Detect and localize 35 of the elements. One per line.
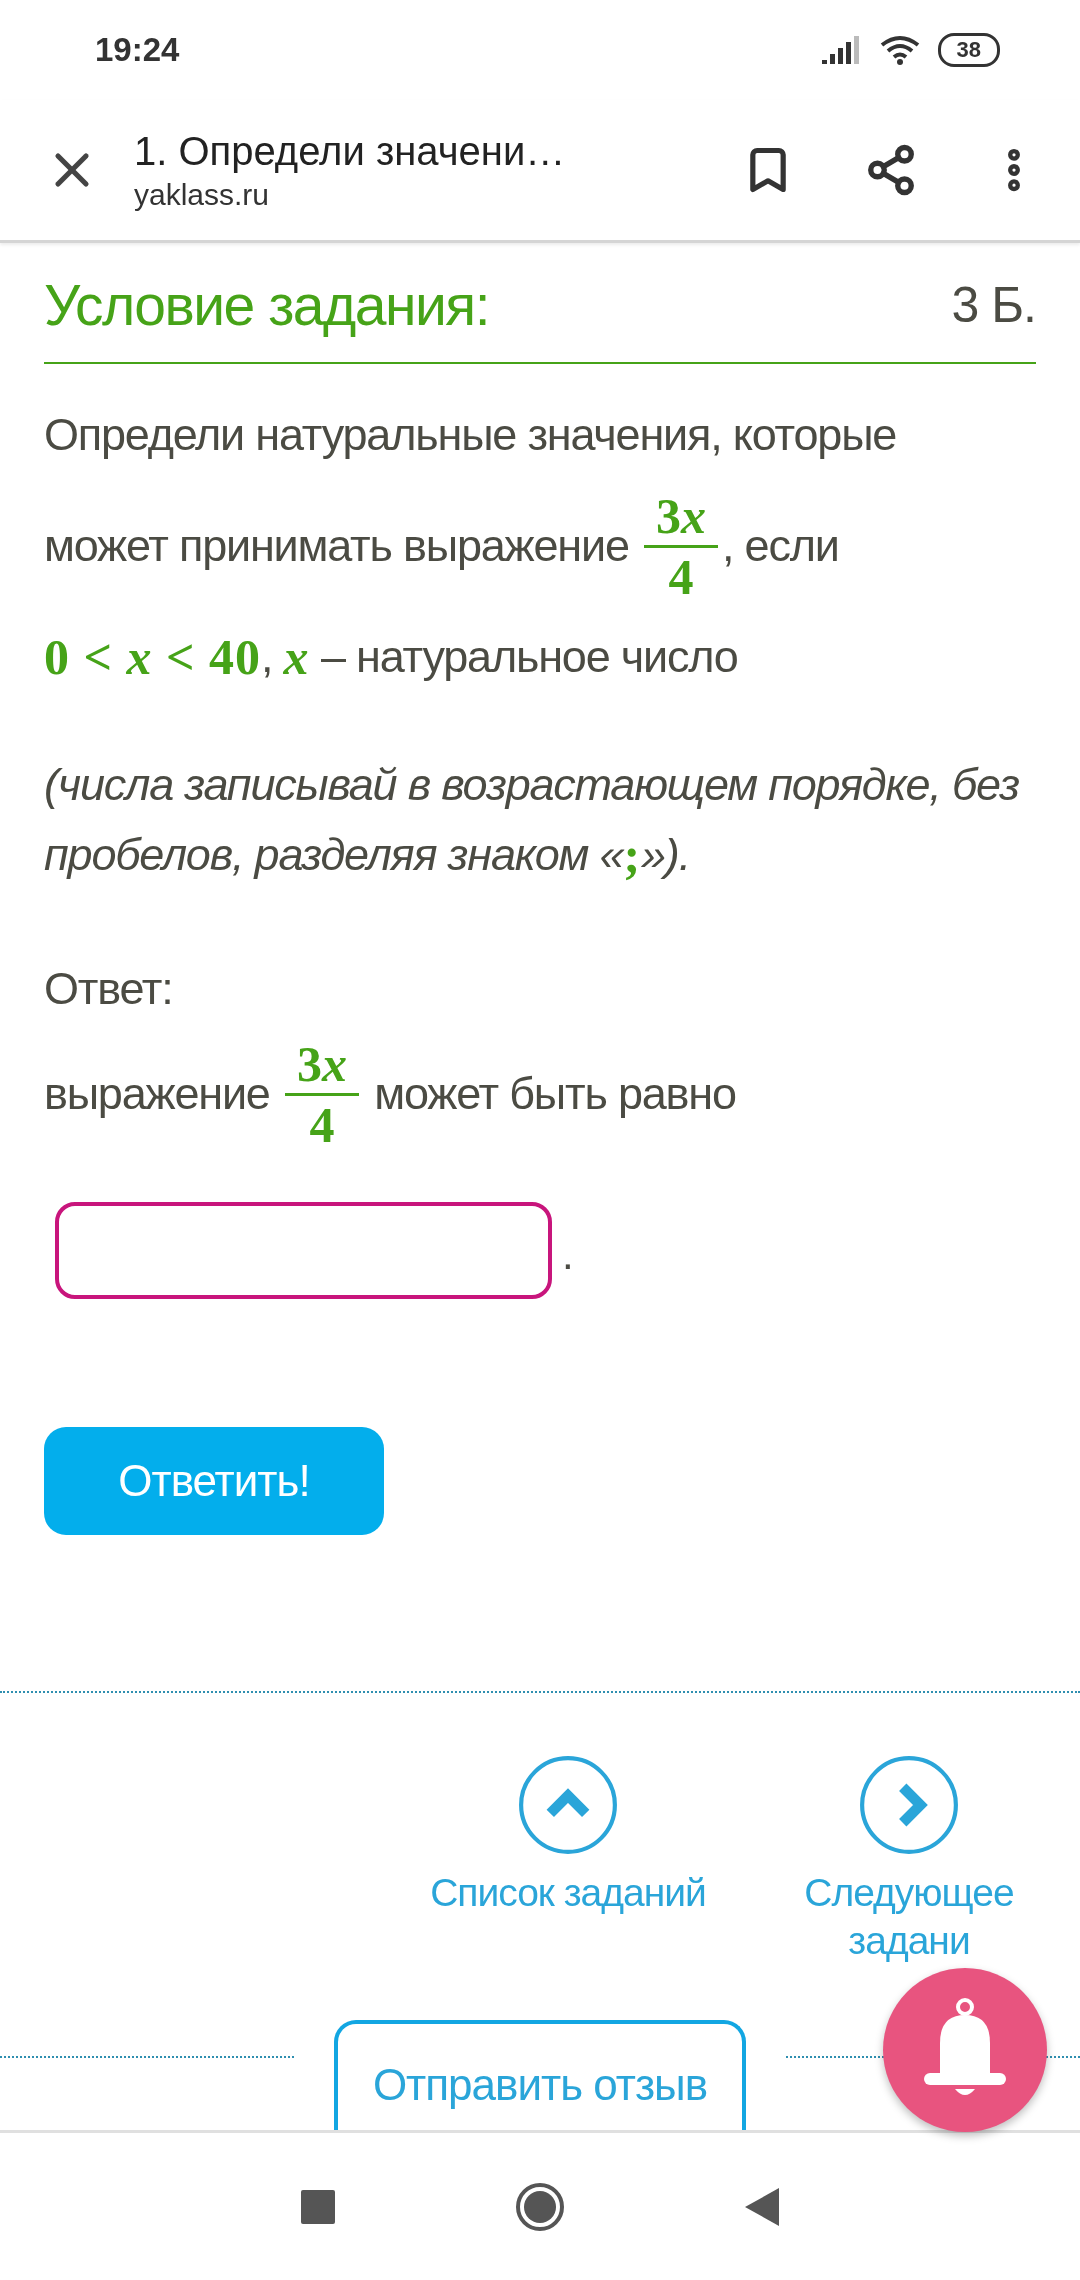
battery-indicator: 38 [937, 33, 1000, 67]
points-label: 3 Б. [951, 275, 1036, 334]
page-url: yaklass.ru [134, 177, 271, 212]
feedback-button[interactable]: Отправить отзыв [334, 2020, 746, 2130]
submit-button[interactable]: Ответить! [44, 1427, 384, 1535]
wifi-icon [879, 35, 920, 65]
math-expression: ; [623, 826, 642, 884]
recents-icon[interactable] [301, 2189, 335, 2224]
hint-text: »). [641, 829, 690, 881]
math-expression: 0 < x < 40 [44, 628, 261, 686]
home-icon[interactable] [515, 2181, 565, 2232]
signal-icon [821, 36, 862, 64]
page-title: 1. Определи значени… [134, 128, 567, 174]
fraction: 3x 4 [284, 1038, 359, 1150]
next-task-link[interactable]: Следующее задани [794, 1754, 1024, 1996]
hint-text: пробелов, разделяя знаком « [44, 829, 624, 881]
chevron-right-icon [859, 1754, 959, 1855]
task-list-link[interactable]: Список заданий [418, 1754, 718, 1996]
answer-label: Ответ: [44, 963, 173, 1015]
question-text: может принимать выражение [44, 520, 630, 572]
question-text: – натуральное число [319, 631, 738, 683]
section-heading: Условие задания: [44, 271, 489, 338]
chevron-up-icon [518, 1754, 618, 1855]
answer-text: выражение [44, 1068, 271, 1120]
hint-text: (числа записывай в возрастающем порядке, без [44, 759, 1020, 811]
math-expression: x [283, 628, 310, 686]
back-icon[interactable] [745, 2187, 779, 2226]
answer-text: может быть равно [373, 1068, 736, 1120]
question-text: , если [722, 520, 839, 572]
question-text: Определи натуральные значения, которые [44, 409, 897, 461]
status-time: 19:24 [95, 31, 180, 69]
fraction: 3x 4 [644, 490, 718, 602]
question-text: , [261, 631, 274, 683]
answer-field[interactable] [55, 1202, 552, 1299]
period-text: . [562, 1231, 574, 1279]
